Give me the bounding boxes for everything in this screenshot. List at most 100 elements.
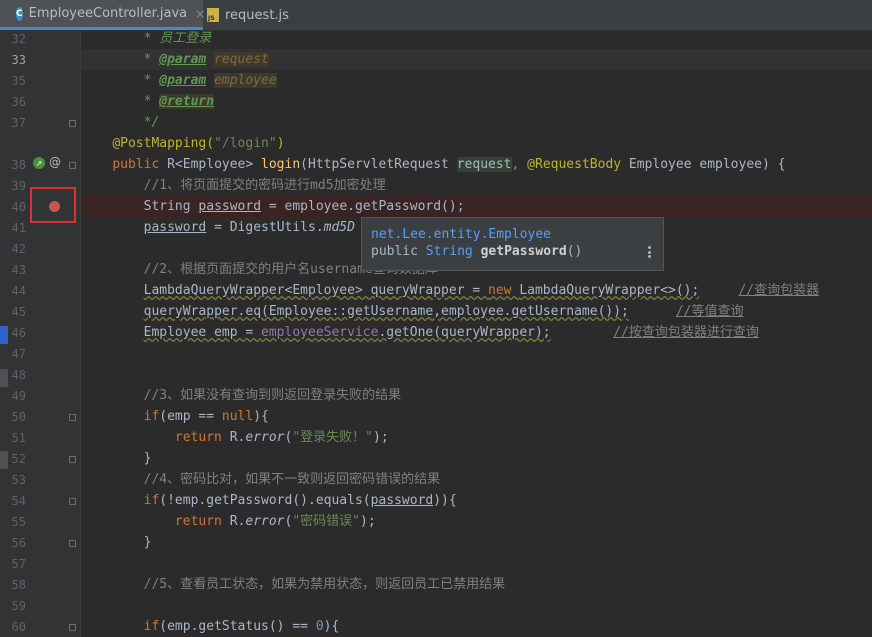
- fold-toggle[interactable]: [69, 414, 76, 421]
- line-comment: //查询包装器: [738, 283, 820, 298]
- tab-request-js[interactable]: JS request.js: [207, 0, 307, 30]
- line-number: 37: [11, 116, 26, 130]
- fold-toggle[interactable]: [69, 624, 76, 631]
- line-number: 48: [11, 368, 26, 382]
- code-text: (!emp.getPassword().equals(: [159, 493, 371, 508]
- tab-label: EmployeeController.java: [28, 6, 188, 21]
- keyword: new: [488, 283, 520, 298]
- method-name: md5D: [323, 220, 355, 235]
- code-text: ){: [323, 619, 340, 634]
- doc-tag: @param: [159, 52, 207, 67]
- keyword: if: [143, 409, 160, 424]
- bean-navigation-icon[interactable]: ↗: [33, 157, 45, 169]
- code-line[interactable]: if(emp.getStatus() == 0){: [81, 616, 872, 637]
- fold-toggle[interactable]: [69, 498, 76, 505]
- code-line[interactable]: LambdaQueryWrapper<Employee> queryWrappe…: [81, 280, 872, 301]
- java-class-icon: C: [16, 6, 23, 21]
- doc-comment: * 员工登录: [143, 31, 212, 46]
- code-line[interactable]: //4、密码比对，如果不一致则返回密码错误的结果: [81, 469, 872, 490]
- line-number: 44: [11, 284, 26, 298]
- doc-param-name: employee: [214, 73, 277, 88]
- code-text: R.: [229, 514, 246, 529]
- fold-toggle[interactable]: [69, 162, 76, 169]
- line-number: 45: [11, 305, 26, 319]
- code-line[interactable]: //5、查看员工状态，如果为禁用状态，则返回员工已禁用结果: [81, 574, 872, 595]
- code-line[interactable]: return R.error("密码错误");: [81, 511, 872, 532]
- code-text: ){: [253, 409, 269, 424]
- code-line[interactable]: public R<Employee> login(HttpServletRequ…: [81, 154, 872, 175]
- tab-label: request.js: [225, 7, 289, 23]
- doc-comment: *: [143, 52, 160, 67]
- keyword: if: [143, 619, 160, 634]
- code-line[interactable]: return R.error("登录失败！");: [81, 427, 872, 448]
- line-comment: //3、如果没有查询到则返回登录失败的结果: [143, 388, 402, 403]
- code-text: }: [143, 451, 152, 466]
- code-line-breakpoint[interactable]: String password = employee.getPassword()…: [81, 196, 872, 217]
- code-text: }: [143, 535, 152, 550]
- line-number: 59: [11, 599, 26, 613]
- code-line[interactable]: //3、如果没有查询到则返回登录失败的结果: [81, 385, 872, 406]
- keyword: null: [221, 409, 254, 424]
- code-text: queryWrapper.eq(Employee::getUsername,em…: [143, 304, 629, 319]
- string-literal: "密码错误": [292, 514, 360, 529]
- line-comment: //等值查询: [675, 304, 744, 319]
- param-name: request: [456, 157, 512, 172]
- line-number: 56: [11, 536, 26, 550]
- more-options-icon[interactable]: [648, 246, 651, 258]
- popup-signature: public String getPassword(): [371, 244, 582, 259]
- code-text: (emp ==: [159, 409, 222, 424]
- line-number: 46: [11, 326, 26, 340]
- code-line[interactable]: queryWrapper.eq(Employee::getUsername,em…: [81, 301, 872, 322]
- code-line[interactable]: if(!emp.getPassword().equals(password)){: [81, 490, 872, 511]
- doc-tag: @return: [159, 94, 215, 109]
- code-line[interactable]: //1、将页面提交的密码进行md5加密处理: [81, 175, 872, 196]
- tab-employee-controller[interactable]: C EmployeeController.java ×: [0, 0, 205, 30]
- close-icon[interactable]: ×: [195, 7, 205, 21]
- code-line[interactable]: */: [81, 112, 872, 133]
- annotation: @RequestBody: [527, 157, 629, 172]
- annotation: ): [276, 136, 285, 151]
- quick-info-popup[interactable]: net.Lee.entity.Employee public String ge…: [361, 217, 664, 271]
- line-number: 40: [11, 200, 26, 214]
- fold-toggle[interactable]: [69, 540, 76, 547]
- code-line[interactable]: * @param employee: [81, 70, 872, 91]
- code-line[interactable]: * @return: [81, 91, 872, 112]
- popup-class-name: net.Lee.entity.Employee: [371, 227, 552, 242]
- code-line[interactable]: @PostMapping("/login"): [81, 133, 872, 154]
- editor-tab-bar: C EmployeeController.java × JS request.j…: [0, 0, 872, 31]
- variable: password: [143, 220, 207, 235]
- variable: password: [370, 493, 434, 508]
- code-line[interactable]: if(emp == null){: [81, 406, 872, 427]
- field: employeeService: [261, 325, 379, 340]
- keyword: public: [112, 157, 168, 172]
- code-line[interactable]: Employee emp = employeeService.getOne(qu…: [81, 322, 872, 343]
- punctuation: ,: [511, 157, 528, 172]
- code-line[interactable]: * 员工登录: [81, 28, 872, 49]
- fold-toggle[interactable]: [69, 456, 76, 463]
- annotation-icon[interactable]: @: [49, 155, 61, 169]
- line-number: 35: [11, 74, 26, 88]
- line-number: 58: [11, 578, 26, 592]
- code-text: )){: [433, 493, 457, 508]
- line-number: 36: [11, 95, 26, 109]
- type-name: String: [425, 244, 481, 259]
- keyword: return: [174, 514, 230, 529]
- line-number: 57: [11, 557, 26, 571]
- code-text: Employee employee) {: [628, 157, 786, 172]
- doc-comment: */: [143, 115, 160, 130]
- code-text: = employee.getPassword();: [261, 199, 465, 214]
- doc-tag: @param: [159, 73, 207, 88]
- code-line[interactable]: }: [81, 448, 872, 469]
- fold-toggle[interactable]: [69, 120, 76, 127]
- code-text: .getOne(queryWrapper);: [378, 325, 551, 340]
- code-text: = DigestUtils.: [206, 220, 324, 235]
- code-text: (): [566, 244, 583, 259]
- code-text: R.: [229, 430, 246, 445]
- line-number: 39: [11, 179, 26, 193]
- code-line[interactable]: }: [81, 532, 872, 553]
- method-name: error: [245, 430, 285, 445]
- code-text: R<Employee>: [167, 157, 262, 172]
- line-number: 38: [11, 158, 26, 172]
- line-comment: //按查询包装器进行查询: [613, 325, 759, 340]
- code-line[interactable]: * @param request: [81, 49, 872, 70]
